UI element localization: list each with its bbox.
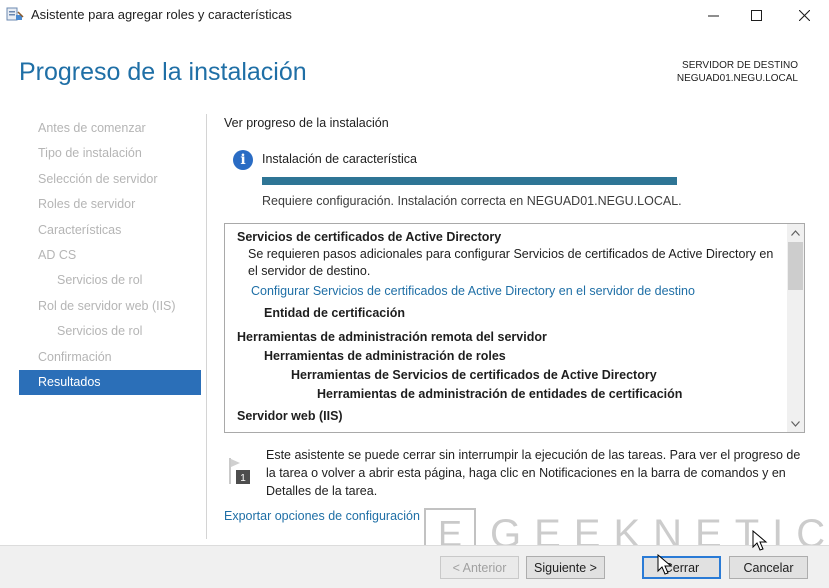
result-line: Herramientas de administración de roles	[264, 349, 506, 363]
result-line: Entidad de certificación	[264, 306, 406, 320]
export-config-link[interactable]: Exportar opciones de configuración	[224, 509, 420, 523]
info-icon: i	[233, 150, 253, 170]
chevron-up-icon	[791, 229, 800, 236]
note-badge: 1	[240, 473, 246, 484]
maximize-icon	[750, 9, 762, 21]
results-scrollbar[interactable]	[787, 224, 804, 432]
nav-step-item[interactable]: Tipo de instalación	[19, 141, 201, 166]
window-title: Asistente para agregar roles y caracterí…	[31, 7, 292, 22]
cancel-button[interactable]: Cancelar	[729, 556, 808, 579]
result-line: Herramientas de Servicios de certificado…	[291, 368, 657, 382]
close-window-button[interactable]	[781, 0, 827, 30]
scroll-down-button[interactable]	[787, 415, 804, 432]
nav-divider	[206, 114, 207, 539]
scrollbar-thumb[interactable]	[788, 242, 803, 290]
maximize-button[interactable]	[733, 0, 779, 30]
chevron-down-icon	[791, 420, 800, 427]
nav-step-item[interactable]: Confirmación	[19, 345, 201, 370]
result-line: Servidor web (IIS)	[237, 409, 343, 423]
title-bar: Asistente para agregar roles y caracterí…	[0, 0, 829, 30]
nav-step-item[interactable]: Selección de servidor	[19, 167, 201, 192]
destination-server: NEGUAD01.NEGU.LOCAL	[676, 73, 798, 84]
mouse-cursor-shadow-icon	[752, 530, 768, 551]
progress-fill	[262, 177, 677, 185]
result-line: Servicios de certificados de Active Dire…	[237, 230, 502, 244]
destination-server-info: SERVIDOR DE DESTINO NEGUAD01.NEGU.LOCAL	[677, 59, 798, 85]
configure-adcs-link[interactable]: Configurar Servicios de certificados de …	[251, 284, 695, 298]
nav-step-item[interactable]: Rol de servidor web (IIS)	[19, 294, 201, 319]
minimize-icon	[707, 15, 719, 16]
back-button[interactable]: < Anterior	[440, 556, 519, 579]
nav-step-item[interactable]: Resultados	[19, 369, 201, 396]
close-icon	[798, 9, 810, 21]
mouse-cursor-icon	[657, 554, 673, 575]
nav-step-item[interactable]: Servicios de rol	[19, 268, 201, 293]
results-list[interactable]: Servicios de certificados de Active Dire…	[224, 223, 805, 433]
feature-installation-label: Instalación de característica	[262, 152, 417, 166]
page-title: Progreso de la instalación	[19, 58, 307, 86]
wizard-steps-nav: Antes de comenzar Tipo de instalación Sele…	[19, 116, 201, 396]
result-line: el servidor de destino.	[248, 264, 371, 278]
progress-heading: Ver progreso de la instalación	[224, 116, 389, 130]
server-manager-icon	[6, 7, 24, 21]
nav-step-item[interactable]: Servicios de rol	[19, 319, 201, 344]
nav-step-item[interactable]: Roles de servidor	[19, 192, 201, 217]
result-line: Herramientas de administración remota de…	[237, 330, 547, 344]
nav-step-item[interactable]: AD CS	[19, 243, 201, 268]
result-line: Herramientas de administración de entida…	[317, 387, 683, 401]
installation-progress-bar	[262, 177, 677, 185]
result-line: Se requieren pasos adicionales para conf…	[248, 247, 774, 261]
close-wizard-note: Este asistente se puede cerrar sin inter…	[266, 448, 801, 498]
destination-label: SERVIDOR DE DESTINO	[682, 60, 798, 71]
notification-flag-icon: 1	[229, 458, 250, 484]
minimize-button[interactable]	[690, 0, 736, 30]
nav-step-item[interactable]: Características	[19, 218, 201, 243]
scroll-up-button[interactable]	[787, 224, 804, 241]
close-button[interactable]: Cerrar	[642, 556, 721, 579]
nav-step-item[interactable]: Antes de comenzar	[19, 116, 201, 141]
next-button[interactable]: Siguiente >	[526, 556, 605, 579]
installation-status: Requiere configuración. Instalación corr…	[262, 194, 682, 208]
